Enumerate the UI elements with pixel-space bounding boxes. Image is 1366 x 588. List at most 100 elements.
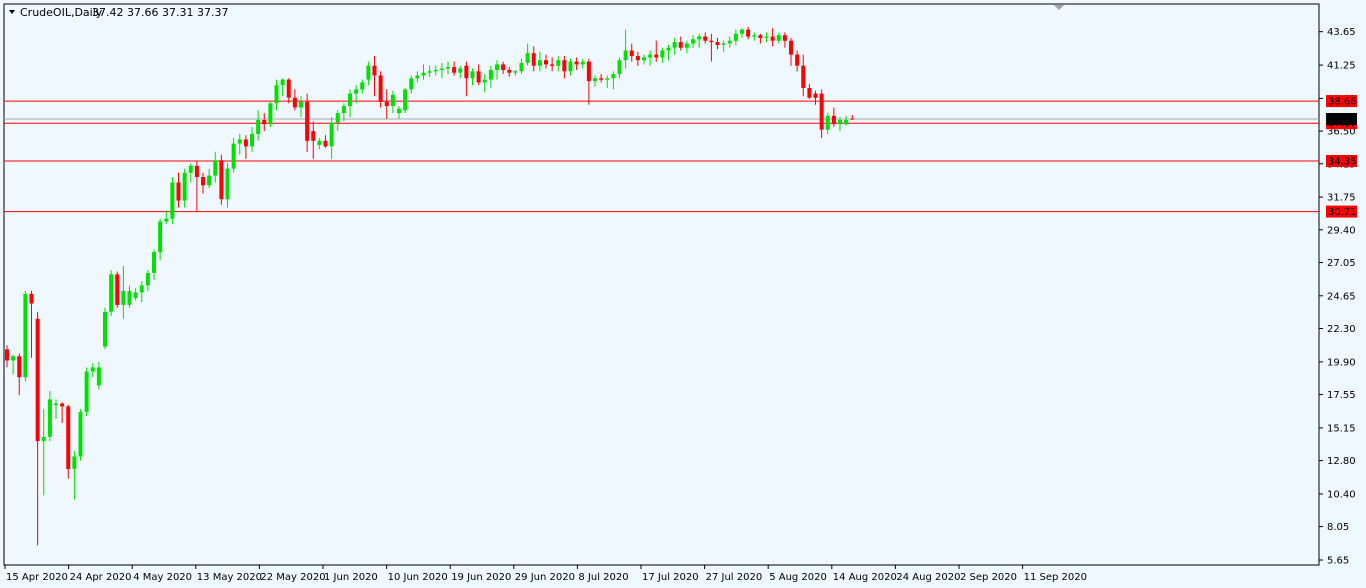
candle-body bbox=[354, 89, 359, 94]
candle-body bbox=[84, 371, 89, 412]
candle-body bbox=[103, 311, 107, 347]
candle-body bbox=[225, 168, 230, 200]
candle-body bbox=[23, 293, 28, 378]
candle-body bbox=[403, 89, 408, 111]
candle-body bbox=[813, 93, 818, 98]
candle-body bbox=[470, 71, 475, 79]
candle-body bbox=[807, 88, 812, 98]
candle-body bbox=[537, 60, 542, 66]
candle-35[interactable] bbox=[219, 154, 224, 205]
candle-body bbox=[782, 35, 787, 41]
candle-body bbox=[256, 120, 261, 134]
candle-body bbox=[323, 140, 328, 147]
candle-body bbox=[433, 69, 438, 72]
candle-body bbox=[311, 131, 316, 141]
y-tick-label-11: 17.55 bbox=[1327, 390, 1356, 401]
x-tick-label-9: 8 Jul 2020 bbox=[578, 572, 628, 583]
x-tick-label-2: 4 May 2020 bbox=[133, 572, 192, 583]
candle-body bbox=[145, 272, 150, 286]
candle-body bbox=[115, 274, 120, 305]
candle-body bbox=[795, 54, 800, 66]
candle-body bbox=[568, 61, 573, 72]
candle-body bbox=[390, 94, 395, 106]
x-tick-label-12: 5 Aug 2020 bbox=[769, 572, 827, 583]
candle-body bbox=[838, 120, 842, 125]
candle-3[interactable] bbox=[23, 291, 28, 382]
candle-body bbox=[844, 120, 849, 125]
y-tick-label-12: 15.15 bbox=[1327, 423, 1356, 434]
candle-body bbox=[562, 60, 567, 72]
candle-10[interactable] bbox=[66, 405, 71, 479]
candle-body bbox=[201, 177, 205, 186]
candle-body bbox=[550, 64, 555, 66]
candle-16[interactable] bbox=[103, 307, 107, 350]
candle-13[interactable] bbox=[84, 367, 89, 417]
candle-body bbox=[250, 133, 254, 147]
candle-body bbox=[611, 74, 616, 79]
candle-body bbox=[586, 61, 591, 82]
candle-body bbox=[648, 54, 653, 58]
current-price-tag[interactable]: 37.37 bbox=[1326, 113, 1357, 126]
candle-body bbox=[397, 108, 401, 113]
x-tick-label-0: 15 Apr 2020 bbox=[6, 572, 68, 583]
candle-17[interactable] bbox=[109, 270, 114, 316]
candle-body bbox=[78, 411, 83, 457]
candle-body bbox=[642, 57, 646, 61]
candle-body bbox=[243, 139, 248, 147]
y-tick-label-13: 12.80 bbox=[1327, 456, 1356, 467]
x-tick-label-16: 11 Sep 2020 bbox=[1024, 572, 1087, 583]
candle-body bbox=[721, 43, 726, 45]
candle-body bbox=[219, 160, 224, 200]
candle-body bbox=[29, 293, 34, 304]
y-tick-label-16: 5.65 bbox=[1327, 556, 1349, 567]
candle-18[interactable] bbox=[115, 271, 120, 308]
candle-body bbox=[121, 291, 126, 305]
candle-body bbox=[280, 79, 285, 86]
candle-body bbox=[41, 437, 46, 442]
candle-body bbox=[262, 120, 267, 125]
candle-body bbox=[292, 97, 297, 108]
candle-body bbox=[501, 64, 506, 70]
candle-12[interactable] bbox=[78, 409, 83, 461]
candle-body bbox=[348, 93, 352, 107]
candle-body bbox=[35, 318, 40, 442]
x-tick-label-10: 17 Jul 2020 bbox=[642, 572, 699, 583]
candle-body bbox=[329, 122, 334, 147]
candle-body bbox=[672, 42, 677, 48]
price-chart[interactable]: 43.6541.2538.8536.5034.1531.7529.4027.05… bbox=[0, 0, 1366, 588]
candle-body bbox=[458, 68, 463, 73]
candle-body bbox=[482, 79, 487, 83]
x-tick-label-15: 2 Sep 2020 bbox=[960, 572, 1017, 583]
x-tick-label-4: 22 May 2020 bbox=[260, 572, 325, 583]
candle-body bbox=[556, 60, 561, 66]
level-tag-2[interactable]: 34.35 bbox=[1326, 155, 1357, 168]
candle-body bbox=[415, 75, 420, 79]
candle-body bbox=[452, 67, 457, 73]
level-tag-3[interactable]: 30.71 bbox=[1326, 205, 1357, 219]
level-tag-0[interactable]: 38.66 bbox=[1326, 95, 1357, 108]
price-axis: 43.6541.2538.8536.5034.1531.7529.4027.05… bbox=[1319, 27, 1356, 567]
candle-body bbox=[109, 274, 114, 312]
candle-body bbox=[372, 65, 377, 76]
candle-body bbox=[727, 40, 732, 44]
y-tick-label-10: 19.90 bbox=[1327, 357, 1356, 368]
x-tick-label-7: 19 Jun 2020 bbox=[451, 572, 511, 583]
candle-43[interactable] bbox=[268, 101, 273, 127]
x-tick-label-8: 29 Jun 2020 bbox=[515, 572, 575, 583]
candle-body bbox=[789, 40, 793, 55]
candle-27[interactable] bbox=[170, 177, 175, 225]
y-tick-label-5: 31.75 bbox=[1327, 193, 1356, 204]
candle-body bbox=[623, 50, 628, 61]
candle-body bbox=[213, 160, 218, 176]
candle-body bbox=[268, 103, 273, 125]
candle-65[interactable] bbox=[403, 88, 408, 113]
candle-body bbox=[697, 36, 702, 40]
candle-body bbox=[654, 54, 659, 58]
candle-body bbox=[715, 42, 720, 45]
level-tag-2-label: 34.35 bbox=[1328, 157, 1357, 168]
y-tick-label-9: 22.30 bbox=[1327, 324, 1356, 335]
x-tick-label-1: 24 Apr 2020 bbox=[70, 572, 132, 583]
candle-body bbox=[274, 85, 279, 104]
candle-body bbox=[384, 101, 389, 107]
y-tick-label-7: 27.05 bbox=[1327, 258, 1356, 269]
